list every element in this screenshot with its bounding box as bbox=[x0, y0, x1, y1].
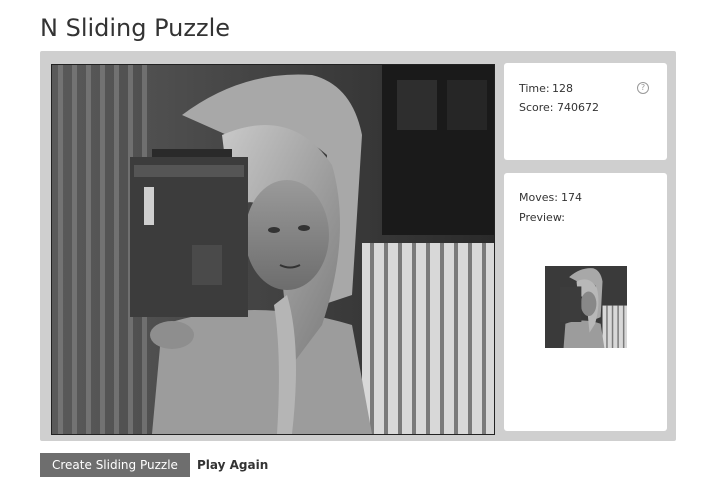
help-icon[interactable]: ? bbox=[637, 82, 649, 94]
moves-panel: Moves: 174 Preview: bbox=[504, 173, 667, 431]
create-sliding-puzzle-button[interactable]: Create Sliding Puzzle bbox=[40, 453, 190, 477]
stats-panel: Time: 128 Score: 740672 ? bbox=[504, 63, 667, 160]
score-value: 740672 bbox=[557, 101, 599, 114]
time-value: 128 bbox=[552, 82, 573, 95]
page-title: N Sliding Puzzle bbox=[40, 14, 231, 42]
preview-label: Preview: bbox=[519, 211, 565, 224]
moves-label: Moves: bbox=[519, 191, 558, 204]
time-label: Time: bbox=[519, 82, 550, 95]
moves-value: 174 bbox=[561, 191, 582, 204]
preview-image bbox=[545, 266, 627, 348]
puzzle-image[interactable] bbox=[52, 65, 494, 434]
puzzle-board: Time: 128 Score: 740672 ? Moves: 174 Pre… bbox=[40, 51, 676, 441]
puzzle-image-area[interactable] bbox=[51, 64, 495, 435]
score-label: Score: bbox=[519, 101, 554, 114]
play-again-button[interactable]: Play Again bbox=[197, 453, 268, 477]
